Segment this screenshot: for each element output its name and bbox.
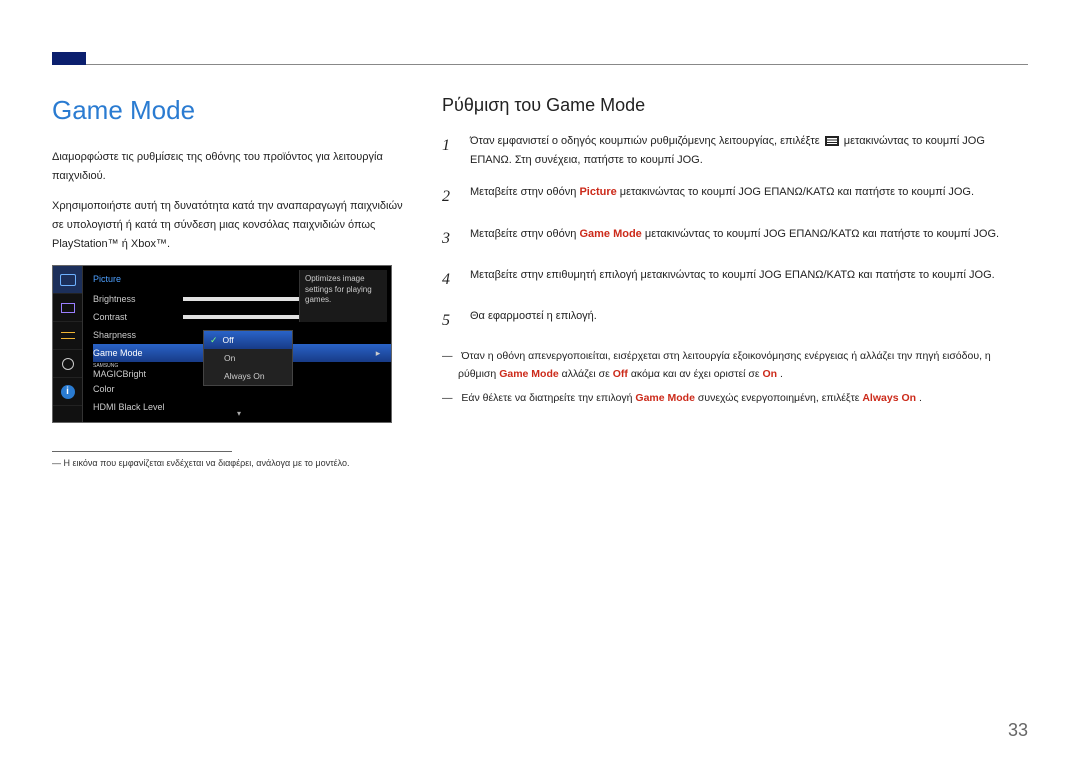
osd-label: Sharpness xyxy=(93,330,183,340)
notes-block: Όταν η οθόνη απενεργοποιείται, εισέρχετα… xyxy=(442,348,1028,408)
text-fragment: μετακινώντας το κουμπί JOG ΕΠΑΝΩ/ΚΑΤΩ κα… xyxy=(620,186,974,198)
page-number: 33 xyxy=(1008,720,1028,741)
text-fragment: Μεταβείτε στην οθόνη xyxy=(470,228,579,240)
step-text: Όταν εμφανιστεί ο οδηγός κουμπιών ρυθμιζ… xyxy=(470,132,1028,169)
check-icon: ✓ xyxy=(210,335,218,346)
header-block xyxy=(52,52,86,65)
note-2: Εάν θέλετε να διατηρείτε την επιλογή Gam… xyxy=(442,390,1028,408)
text-fragment: Μεταβείτε στην οθόνη xyxy=(470,186,579,198)
box-icon xyxy=(61,303,75,313)
keyword: Picture xyxy=(579,186,616,198)
step-3: 3 Μεταβείτε στην οθόνη Game Mode μετακιν… xyxy=(442,225,1028,252)
osd-sidebar: i xyxy=(53,266,83,422)
osd-option-always: Always On xyxy=(204,367,292,385)
osd-side-picture xyxy=(53,266,82,294)
keyword: Game Mode xyxy=(635,392,695,404)
text-fragment: συνεχώς ενεργοποιημένη, επιλέξτε xyxy=(698,392,862,404)
osd-label-text: MAGICBright xyxy=(93,369,146,379)
chevron-down-icon: ▾ xyxy=(237,409,241,418)
osd-option-label: On xyxy=(224,353,235,363)
info-icon: i xyxy=(61,385,75,399)
gear-icon xyxy=(62,358,74,370)
text-fragment: ακόμα και αν έχει οριστεί σε xyxy=(631,368,763,380)
step-5: 5 Θα εφαρμοστεί η επιλογή. xyxy=(442,307,1028,334)
osd-row-hdmi: HDMI Black Level xyxy=(93,398,391,416)
section-title: Game Mode xyxy=(52,95,412,126)
osd-label: Contrast xyxy=(93,312,183,322)
right-column: Ρύθμιση του Game Mode 1 Όταν εμφανιστεί … xyxy=(442,95,1028,703)
text-fragment: μετακινώντας το κουμπί JOG ΕΠΑΝΩ/ΚΑΤΩ κα… xyxy=(645,228,999,240)
text-fragment: Όταν εμφανιστεί ο οδηγός κουμπιών ρυθμιζ… xyxy=(470,135,823,147)
step-2: 2 Μεταβείτε στην οθόνη Picture μετακινών… xyxy=(442,183,1028,210)
sliders-icon xyxy=(61,330,75,342)
keyword: Game Mode xyxy=(579,228,641,240)
keyword: Always On xyxy=(862,392,916,404)
footnote-rule xyxy=(52,451,232,452)
osd-popup: ✓ Off On Always On xyxy=(203,330,293,386)
osd-side-item xyxy=(53,322,82,350)
text-fragment: . xyxy=(780,368,783,380)
page-content: Game Mode Διαμορφώστε τις ρυθμίσεις της … xyxy=(52,95,1028,703)
text-fragment: αλλάζει σε xyxy=(562,368,613,380)
chevron-right-icon: ▸ xyxy=(373,348,383,359)
step-number: 3 xyxy=(442,225,456,252)
intro-para-2: Χρησιμοποιήστε αυτή τη δυνατότητα κατά τ… xyxy=(52,197,412,253)
step-text: Μεταβείτε στην οθόνη Game Mode μετακινών… xyxy=(470,225,999,252)
note-1: Όταν η οθόνη απενεργοποιείται, εισέρχετα… xyxy=(442,348,1028,384)
step-text: Θα εφαρμοστεί η επιλογή. xyxy=(470,307,597,334)
osd-side-item xyxy=(53,350,82,378)
osd-main: Picture Brightness 100 Contrast 75 Sharp… xyxy=(83,266,391,422)
step-number: 4 xyxy=(442,266,456,293)
monitor-icon xyxy=(60,274,76,286)
keyword: Game Mode xyxy=(499,368,559,380)
text-fragment: Εάν θέλετε να διατηρείτε την επιλογή xyxy=(461,392,635,404)
osd-option-label: Off xyxy=(223,335,234,345)
osd-option-off: ✓ Off xyxy=(204,331,292,349)
left-column: Game Mode Διαμορφώστε τις ρυθμίσεις της … xyxy=(52,95,412,703)
step-text: Μεταβείτε στην επιθυμητή επιλογή μετακιν… xyxy=(470,266,995,293)
menu-icon xyxy=(825,136,839,146)
step-text: Μεταβείτε στην οθόνη Picture μετακινώντα… xyxy=(470,183,974,210)
step-1: 1 Όταν εμφανιστεί ο οδηγός κουμπιών ρυθμ… xyxy=(442,132,1028,169)
osd-option-label: Always On xyxy=(224,371,265,381)
keyword: Off xyxy=(613,368,628,380)
steps-list: 1 Όταν εμφανιστεί ο οδηγός κουμπιών ρυθμ… xyxy=(442,132,1028,334)
osd-side-item xyxy=(53,294,82,322)
osd-option-on: On xyxy=(204,349,292,367)
osd-label: Color xyxy=(93,384,183,394)
osd-label: SAMSUNG MAGICBright xyxy=(93,364,183,379)
subsection-title: Ρύθμιση του Game Mode xyxy=(442,95,1028,116)
osd-description: Optimizes image settings for playing gam… xyxy=(299,270,387,322)
step-number: 5 xyxy=(442,307,456,334)
header-rule xyxy=(52,52,1028,65)
osd-side-item: i xyxy=(53,378,82,406)
step-number: 1 xyxy=(442,132,456,169)
text-fragment: . xyxy=(919,392,922,404)
osd-screenshot: i Picture Brightness 100 Contrast 75 Sha… xyxy=(52,265,392,423)
keyword: On xyxy=(763,368,778,380)
osd-label: HDMI Black Level xyxy=(93,402,213,412)
osd-label: Game Mode xyxy=(93,348,183,358)
intro-para-1: Διαμορφώστε τις ρυθμίσεις της οθόνης του… xyxy=(52,148,412,185)
step-4: 4 Μεταβείτε στην επιθυμητή επιλογή μετακ… xyxy=(442,266,1028,293)
step-number: 2 xyxy=(442,183,456,210)
footnote: Η εικόνα που εμφανίζεται ενδέχεται να δι… xyxy=(52,458,412,468)
osd-label: Brightness xyxy=(93,294,183,304)
